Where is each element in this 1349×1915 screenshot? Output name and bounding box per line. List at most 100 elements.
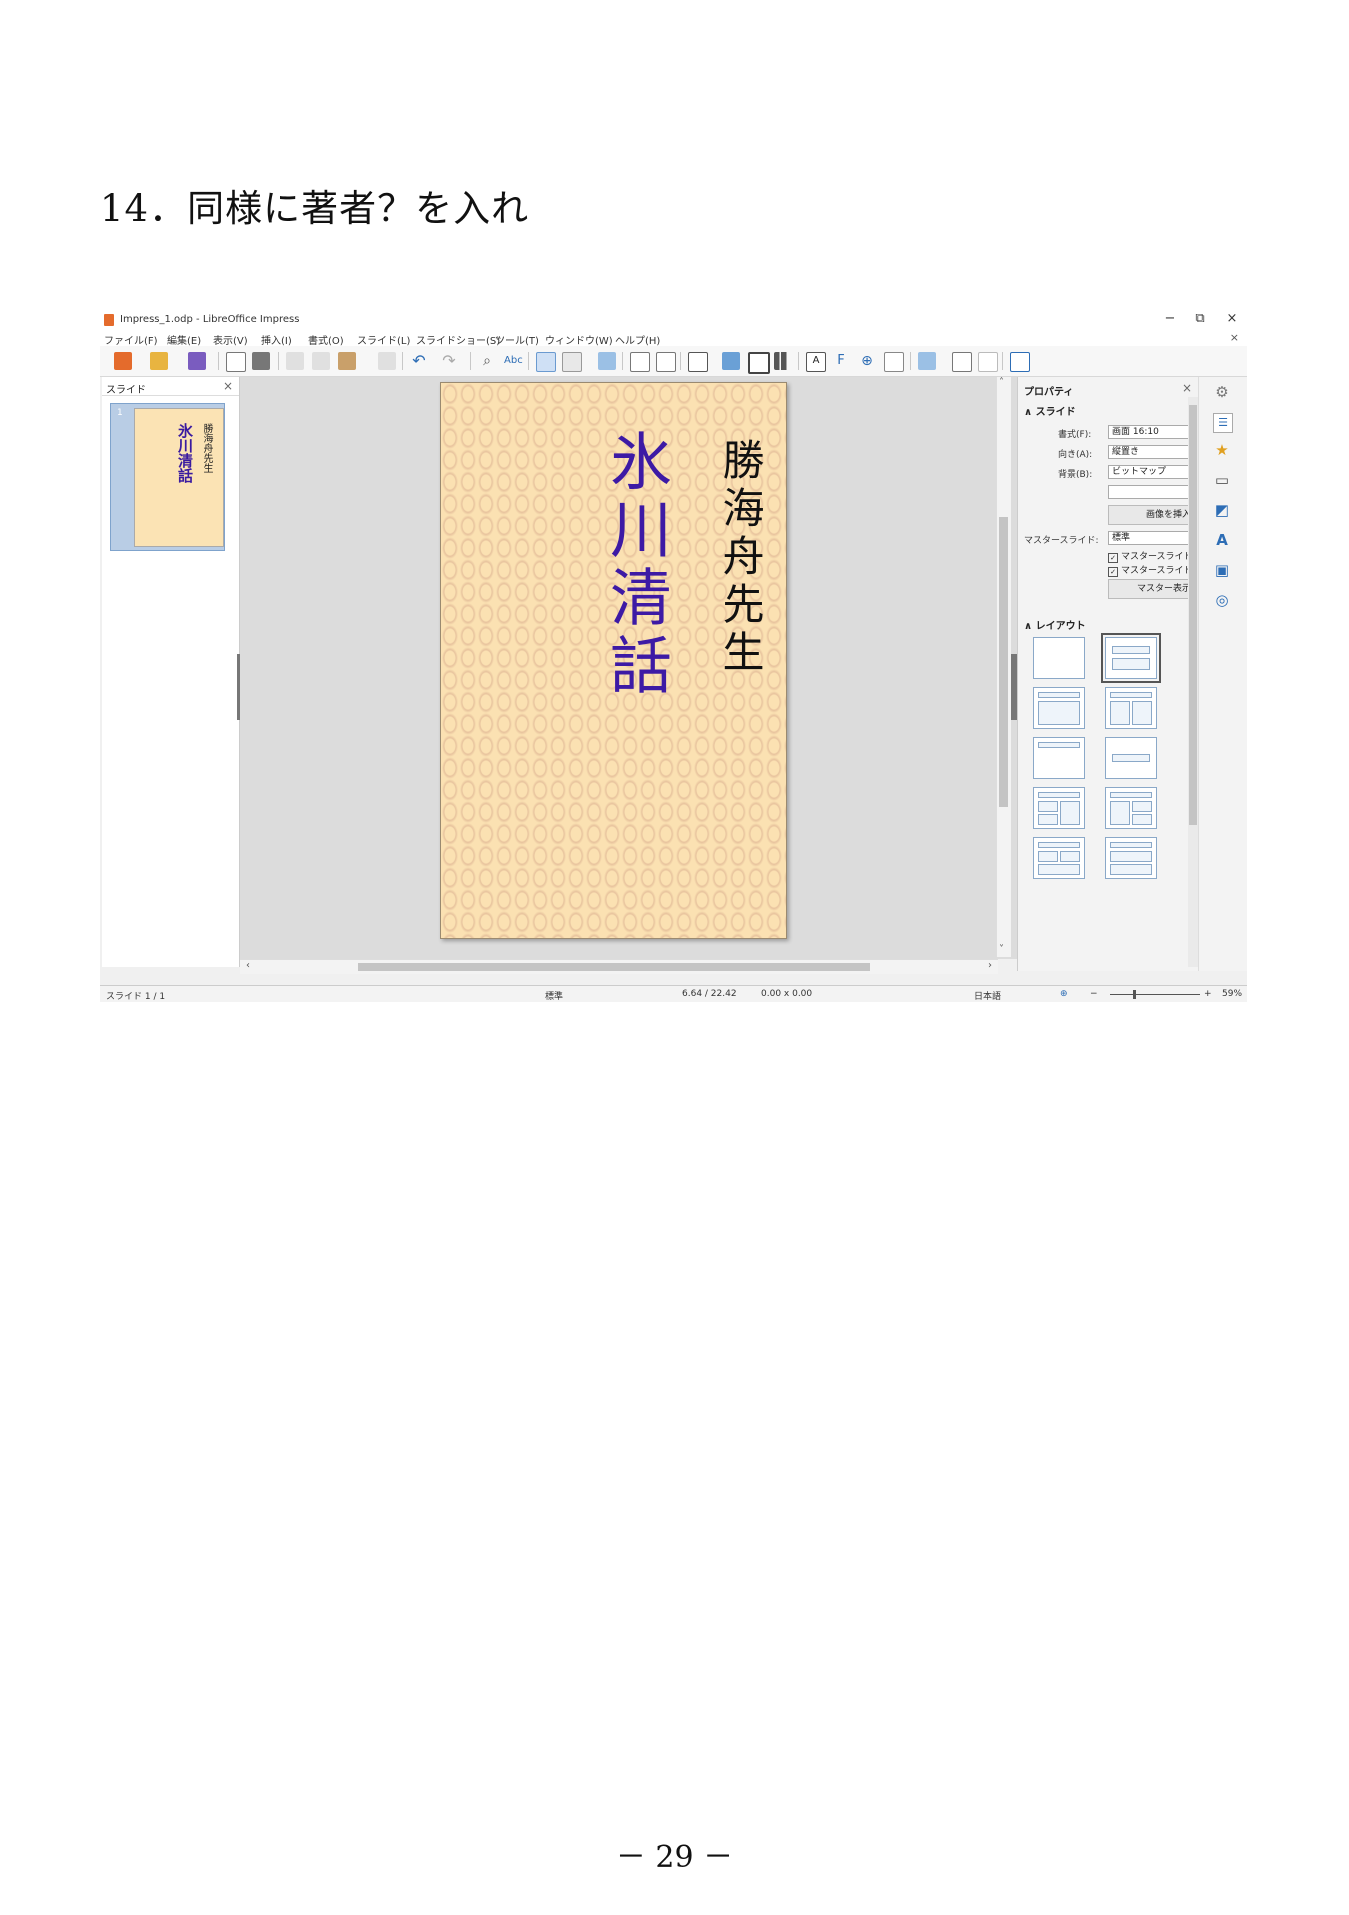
layout-title-2content[interactable] (1105, 687, 1157, 729)
layout-content-over-content[interactable] (1105, 837, 1157, 879)
zoom-out-button[interactable]: − (1090, 989, 1098, 999)
navigator-icon[interactable]: ◎ (1213, 591, 1231, 609)
vertical-scroll-thumb[interactable] (999, 517, 1008, 807)
orientation-label: 向き(A): (1058, 450, 1093, 460)
background-select[interactable]: ビットマップ (1108, 465, 1196, 479)
minimize-button[interactable]: − (1160, 311, 1180, 327)
layout-centered-text[interactable] (1105, 737, 1157, 779)
layout-2content-title-content[interactable] (1033, 787, 1085, 829)
fontwork-icon[interactable]: F (832, 352, 850, 370)
zoom-slider[interactable] (1110, 994, 1200, 995)
spelling-icon[interactable]: Abc (504, 352, 523, 370)
export-pdf-icon[interactable] (226, 352, 246, 372)
menu-format[interactable]: 書式(O) (308, 332, 344, 347)
table-icon[interactable] (688, 352, 708, 372)
shadow-icon[interactable] (1010, 352, 1030, 372)
image-effects-icon[interactable] (598, 352, 616, 370)
grid-icon[interactable] (536, 352, 556, 372)
menu-slide[interactable]: スライド(L) (357, 332, 410, 347)
maximize-button[interactable]: ⧉ (1190, 311, 1210, 327)
display-views-icon[interactable] (562, 352, 582, 372)
arrange-icon[interactable] (952, 352, 972, 372)
slide-edit-area[interactable]: 氷川清話 勝海舟先生 (240, 377, 1098, 959)
chart-icon[interactable] (774, 352, 792, 370)
menu-insert[interactable]: 挿入(I) (261, 332, 292, 347)
menu-view[interactable]: 表示(V) (213, 332, 248, 347)
fit-slide-icon[interactable]: ⊕ (1060, 989, 1068, 999)
layout-content-2content[interactable] (1105, 787, 1157, 829)
master-background-checkbox[interactable]: ✓マスタースライドの背景 (1108, 549, 1196, 563)
cut-icon[interactable] (286, 352, 304, 370)
layout-blank[interactable] (1033, 637, 1085, 679)
text-box-icon[interactable]: A (806, 352, 826, 372)
slide-thumbnail[interactable]: 氷川清話 勝海舟先生 (134, 408, 224, 547)
layout-title-slide[interactable] (1101, 633, 1161, 683)
menu-slideshow[interactable]: スライドショー(S) (416, 332, 500, 347)
copy-icon[interactable] (312, 352, 330, 370)
vertical-scrollbar[interactable]: ˄ ˅ (996, 377, 1011, 957)
settings-gear-icon[interactable]: ⚙ (1213, 383, 1231, 401)
close-document-icon[interactable]: × (1230, 331, 1239, 344)
master-objects-checkbox[interactable]: ✓マスタースライドのオブジェクト (1108, 563, 1196, 577)
slide-transition-icon[interactable]: ★ (1213, 441, 1231, 459)
scroll-down-icon[interactable]: ˅ (999, 944, 1004, 955)
scroll-up-icon[interactable]: ˄ (999, 377, 1004, 388)
properties-scrollbar[interactable] (1188, 397, 1198, 967)
menu-help[interactable]: ヘルプ(H) (615, 332, 660, 347)
start-first-slide-icon[interactable] (630, 352, 650, 372)
slides-pane-close-icon[interactable]: × (223, 379, 233, 393)
format-select[interactable]: 画面 16:10 (1108, 425, 1196, 439)
slide-thumbnail-selected[interactable]: 1 氷川清話 勝海舟先生 (110, 403, 225, 551)
animation-icon[interactable]: ◩ (1213, 501, 1231, 519)
background-pattern-select[interactable] (1108, 485, 1196, 499)
layout-title-content[interactable] (1033, 687, 1085, 729)
align-icon[interactable] (978, 352, 998, 372)
horizontal-scrollbar[interactable]: ‹ › (240, 959, 998, 974)
new-document-icon[interactable] (114, 352, 132, 370)
master-view-button[interactable]: マスター表示 (1108, 579, 1196, 599)
media-icon[interactable] (748, 352, 770, 374)
insert-image-icon[interactable] (722, 352, 740, 370)
print-icon[interactable] (252, 352, 270, 370)
scroll-right-icon[interactable]: › (988, 960, 992, 971)
layout-title-only[interactable] (1033, 737, 1085, 779)
slide-title-text[interactable]: 氷川清話 (599, 429, 672, 701)
master-slide-label: マスタースライド: (1024, 536, 1099, 546)
master-slide-select[interactable]: 標準 (1108, 531, 1196, 545)
zoom-level[interactable]: 59% (1222, 989, 1242, 999)
properties-deck-icon[interactable]: ☰ (1213, 413, 1233, 433)
transform-icon[interactable] (918, 352, 936, 370)
section-layout-header[interactable]: ∧ レイアウト (1024, 617, 1086, 632)
shapes-icon[interactable] (884, 352, 904, 372)
insert-image-button[interactable]: 画像を挿入 (1108, 505, 1196, 525)
section-slide-header[interactable]: ∧ スライド (1024, 403, 1076, 418)
gallery-icon[interactable]: ▣ (1213, 561, 1231, 579)
zoom-slider-knob[interactable] (1133, 990, 1136, 999)
layout-2content-over-content[interactable] (1033, 837, 1085, 879)
slide-canvas[interactable]: 氷川清話 勝海舟先生 (440, 382, 787, 939)
language-status[interactable]: 日本語 (974, 989, 1001, 1002)
undo-icon[interactable]: ↶ (410, 352, 428, 370)
master-slides-icon[interactable]: ▭ (1213, 471, 1231, 489)
menu-tools[interactable]: ツール(T) (495, 332, 539, 347)
menu-edit[interactable]: 編集(E) (167, 332, 201, 347)
menu-file[interactable]: ファイル(F) (104, 332, 158, 347)
find-replace-icon[interactable]: ⌕ (478, 352, 496, 370)
start-current-slide-icon[interactable] (656, 352, 676, 372)
zoom-in-button[interactable]: + (1204, 989, 1212, 999)
hyperlink-icon[interactable]: ⊕ (858, 352, 876, 370)
orientation-select[interactable]: 縦置き (1108, 445, 1196, 459)
open-folder-icon[interactable] (150, 352, 168, 370)
properties-close-icon[interactable]: × (1182, 381, 1192, 395)
save-icon[interactable] (188, 352, 206, 370)
scroll-left-icon[interactable]: ‹ (246, 960, 250, 971)
clone-formatting-icon[interactable] (378, 352, 396, 370)
menu-window[interactable]: ウィンドウ(W) (545, 332, 613, 347)
paste-icon[interactable] (338, 352, 356, 370)
properties-scroll-thumb[interactable] (1189, 405, 1197, 825)
styles-icon[interactable]: A (1213, 531, 1231, 549)
close-button[interactable]: × (1222, 311, 1242, 327)
slide-author-text[interactable]: 勝海舟先生 (716, 438, 765, 678)
redo-icon[interactable]: ↷ (440, 352, 458, 370)
horizontal-scroll-thumb[interactable] (358, 963, 870, 971)
